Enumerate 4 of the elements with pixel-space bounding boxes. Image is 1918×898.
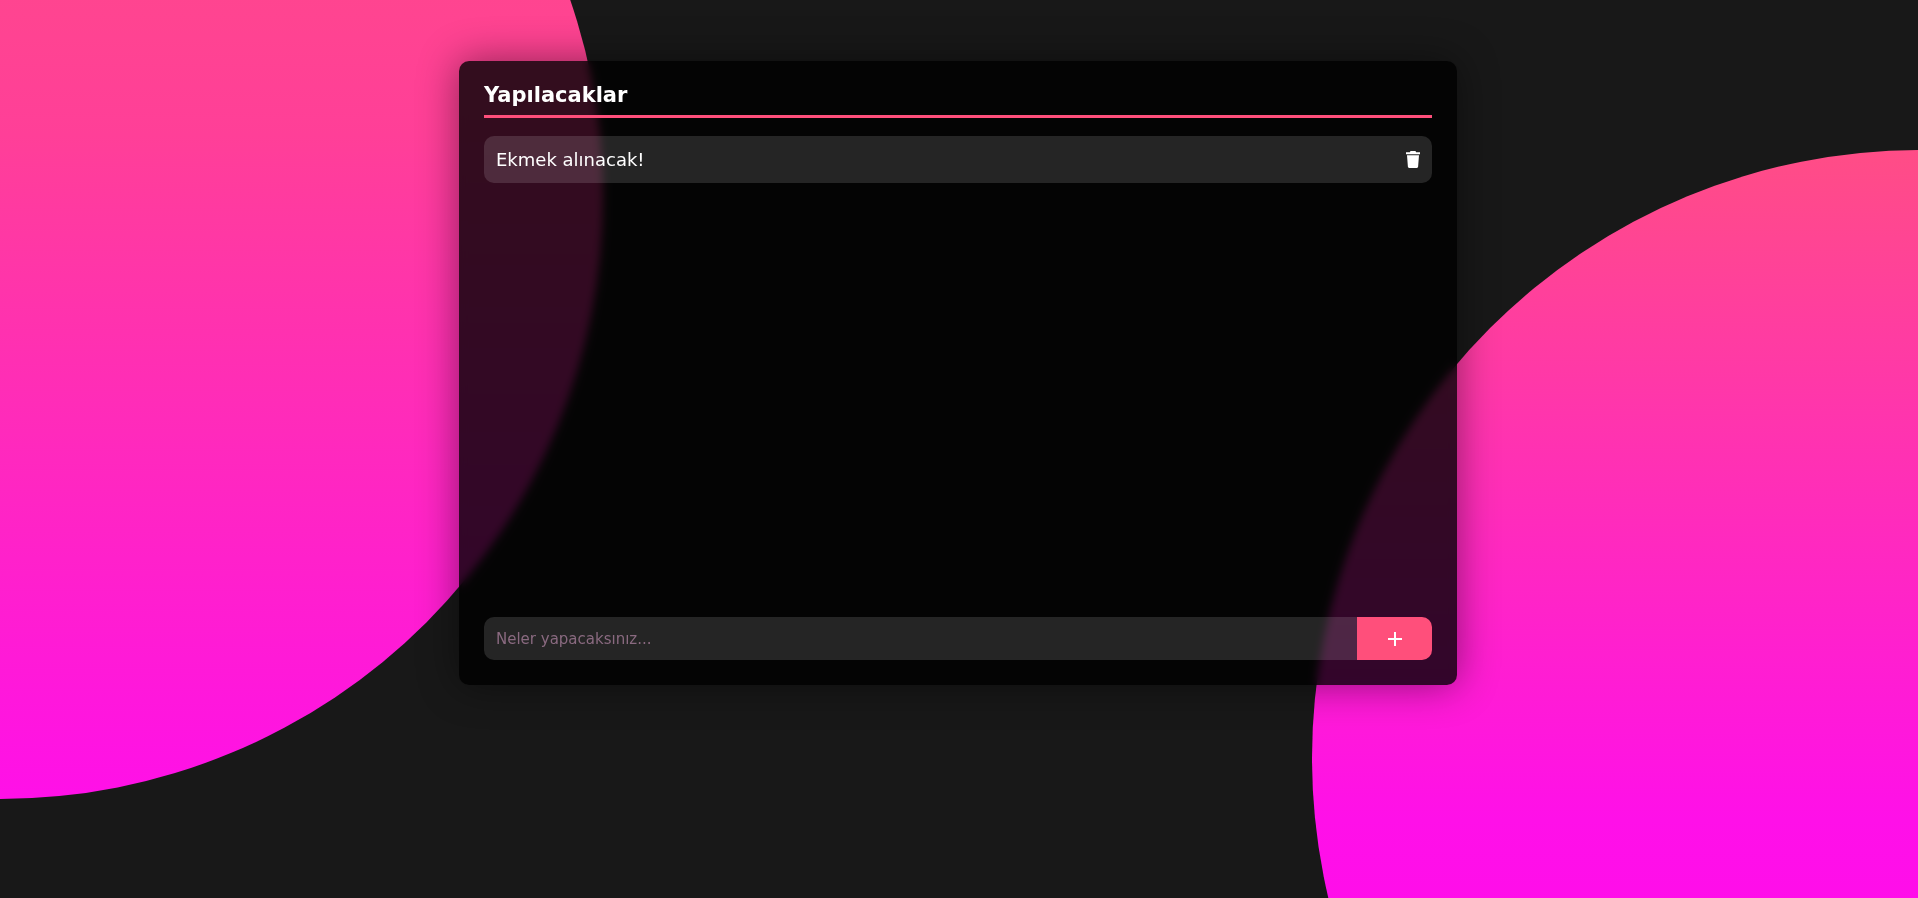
todo-text: Ekmek alınacak!: [496, 149, 645, 170]
plus-icon: [1386, 630, 1403, 647]
app-title: Yapılacaklar: [484, 83, 1432, 118]
trash-icon[interactable]: [1406, 151, 1420, 168]
